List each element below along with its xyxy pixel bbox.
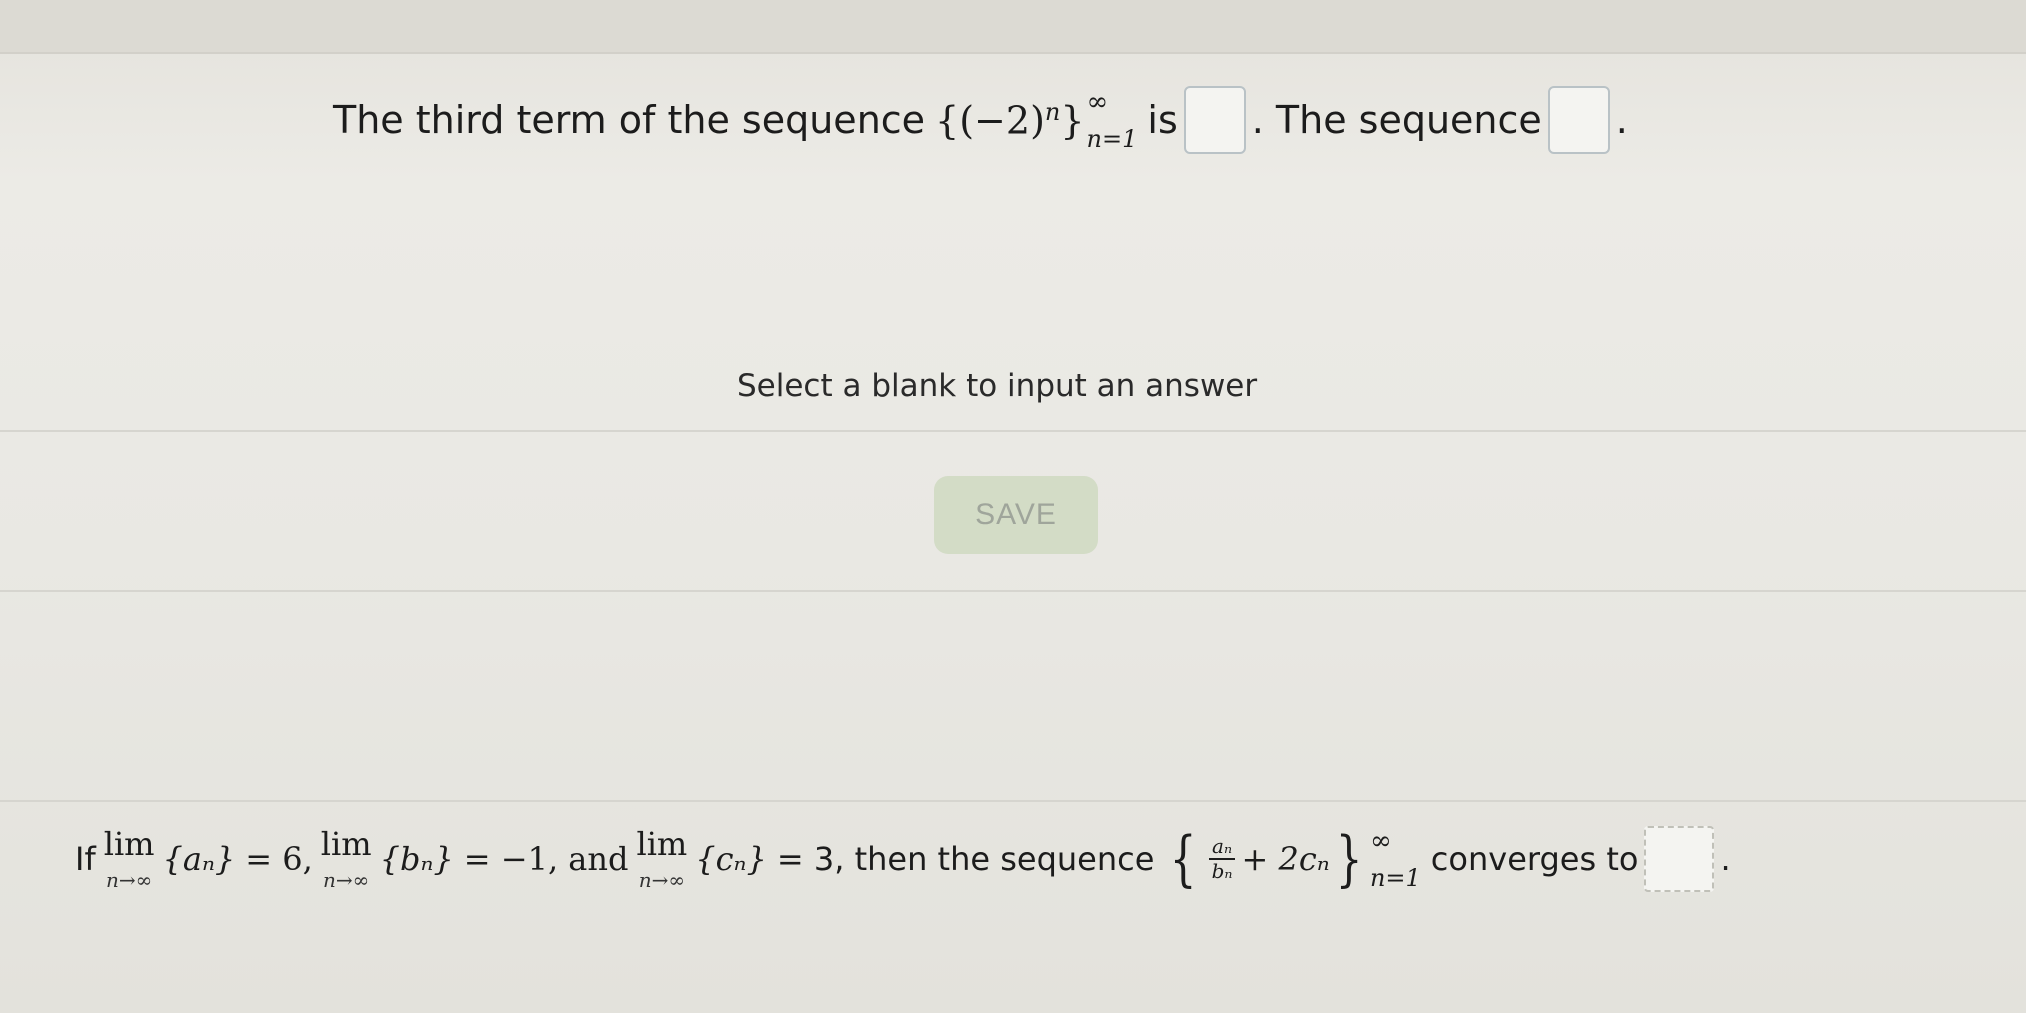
sequence-2-lower-bound: n=1 xyxy=(1369,864,1421,892)
save-button[interactable]: SAVE xyxy=(934,476,1098,554)
answer-blank-3[interactable] xyxy=(1644,826,1715,892)
question-1-text: The third term of the sequence xyxy=(333,98,926,142)
question-2-if: If xyxy=(75,840,96,878)
question-1: The third term of the sequence {(−2)n} ∞… xyxy=(333,86,1628,154)
divider xyxy=(0,590,2026,592)
limit-a: lim n→∞ xyxy=(104,828,155,890)
sequence-close: } xyxy=(1060,98,1085,143)
lim-subscript: n→∞ xyxy=(323,868,370,892)
limit-c-value: = 3, then the sequence xyxy=(776,840,1155,878)
sequence-upper-bound: ∞ xyxy=(1086,87,1109,117)
limit-c: lim n→∞ xyxy=(636,828,687,890)
question-2-converges-text: converges to xyxy=(1430,840,1639,878)
question-1-is: is xyxy=(1147,98,1178,142)
lim-word: lim xyxy=(103,825,155,863)
question-2-period: . xyxy=(1720,840,1731,878)
lim-word: lim xyxy=(636,825,688,863)
sequence-exponent: n xyxy=(1044,97,1061,126)
question-1-text-after: . The sequence xyxy=(1251,98,1542,142)
sequence-c: {cₙ} xyxy=(695,840,767,878)
fraction-numerator: aₙ xyxy=(1209,835,1236,860)
limit-a-value: = 6, xyxy=(245,840,313,878)
instruction-text: Select a blank to input an answer xyxy=(737,368,1258,404)
top-band xyxy=(0,0,2026,54)
limit-b-value: = −1, and xyxy=(463,840,629,878)
lim-word: lim xyxy=(320,825,372,863)
lim-subscript: n→∞ xyxy=(638,868,686,892)
question-1-period: . xyxy=(1615,98,1628,142)
plus-term: + 2cₙ xyxy=(1241,840,1330,878)
sequence-2-upper-bound: ∞ xyxy=(1369,826,1392,856)
question-2: If lim n→∞ {aₙ} = 6, lim n→∞ {bₙ} = −1, … xyxy=(75,826,1731,892)
sequence-lower-bound: n=1 xyxy=(1086,125,1138,153)
sequence-a: {aₙ} xyxy=(162,840,236,878)
divider xyxy=(0,430,2026,432)
answer-blank-1[interactable] xyxy=(1183,86,1246,154)
answer-blank-2[interactable] xyxy=(1547,86,1610,154)
sequence-base: {(−2) xyxy=(935,98,1045,143)
fraction-denominator: bₙ xyxy=(1211,859,1233,883)
sequence-b: {bₙ} xyxy=(379,840,454,878)
sequence-expression: {(−2)n} xyxy=(935,98,1085,143)
right-brace: } xyxy=(1335,824,1363,894)
divider xyxy=(0,800,2026,802)
sequence-2-bounds: ∞ n=1 xyxy=(1370,828,1421,890)
fraction-a-over-b: aₙ bₙ xyxy=(1209,835,1236,883)
sequence-bounds: ∞ n=1 xyxy=(1087,89,1138,151)
lim-subscript: n→∞ xyxy=(105,868,153,892)
left-brace: { xyxy=(1170,824,1197,894)
limit-b: lim n→∞ xyxy=(321,828,372,890)
